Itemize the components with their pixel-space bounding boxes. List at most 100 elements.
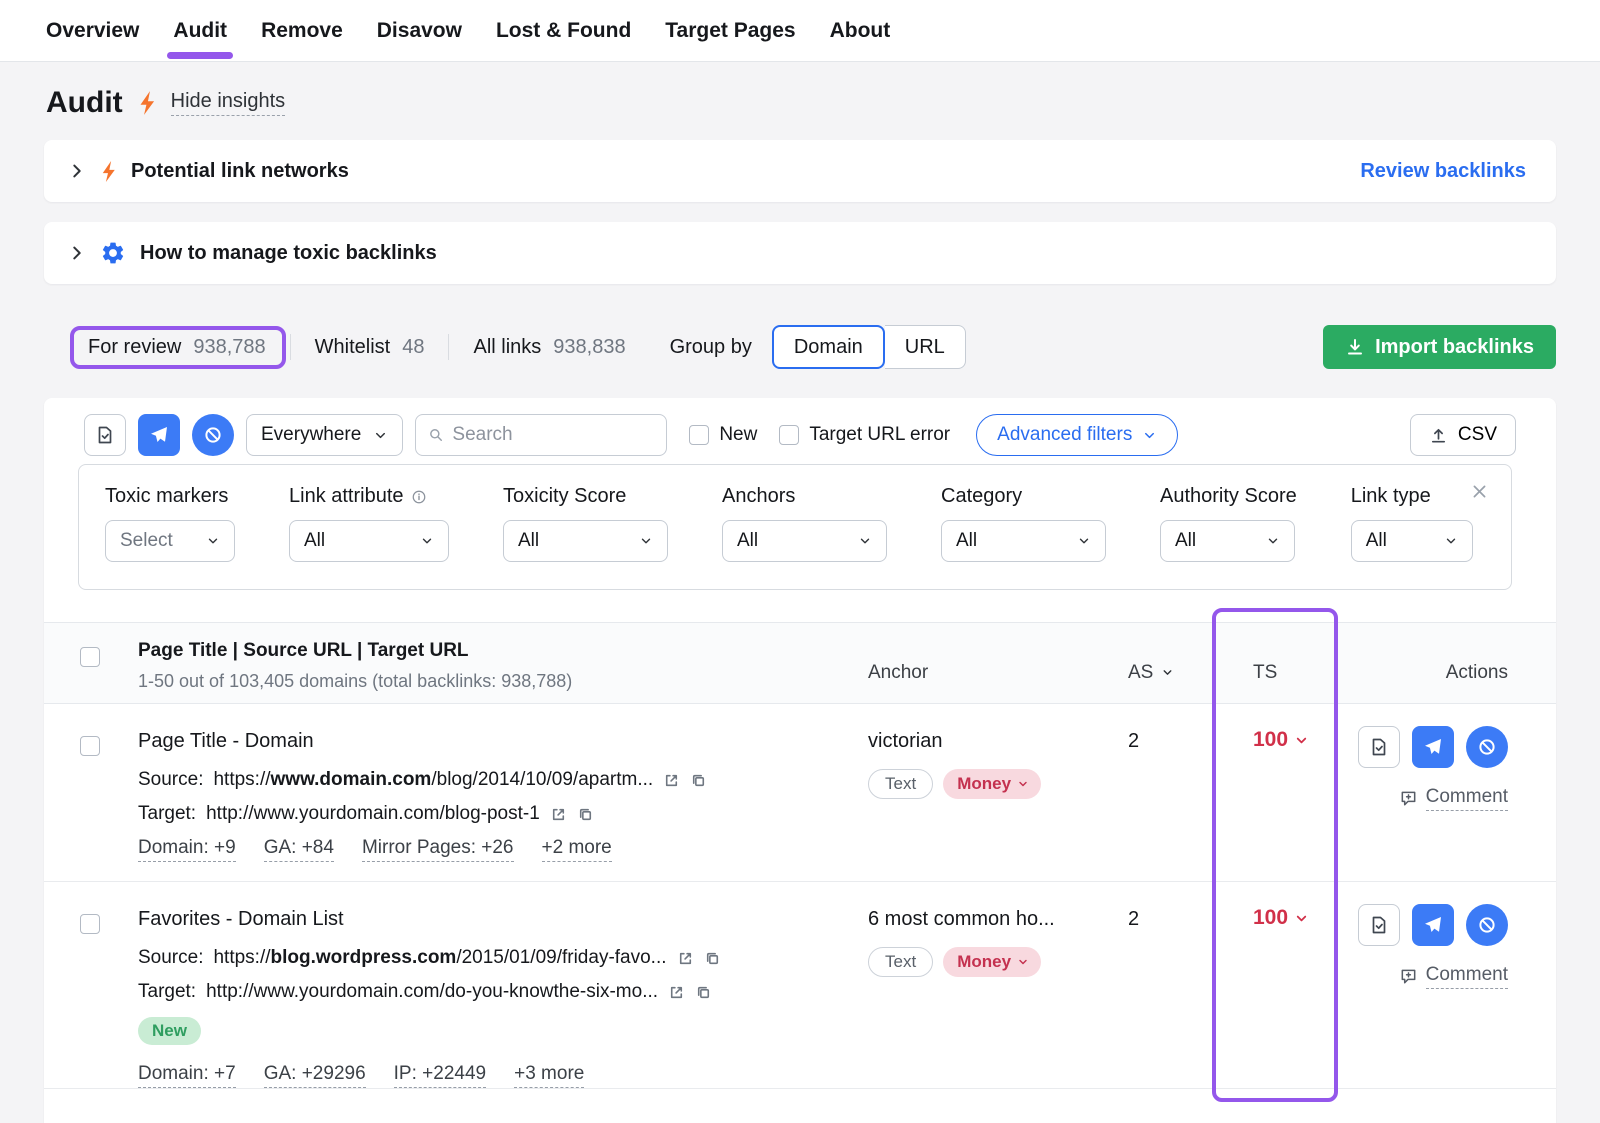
- page-header: Audit Hide insights: [46, 86, 285, 120]
- external-link-icon[interactable]: [668, 984, 685, 1001]
- metric-ga-link[interactable]: GA: +29296: [264, 1063, 366, 1088]
- anchor-type-badge: Text: [868, 769, 933, 799]
- metric-more-link[interactable]: +2 more: [542, 837, 612, 862]
- toxicity-score-value[interactable]: 100: [1253, 728, 1338, 752]
- hide-insights-link[interactable]: Hide insights: [171, 90, 286, 116]
- advanced-filters-panel: Toxic markers Select Link attribute All …: [78, 464, 1512, 590]
- group-by-domain-button[interactable]: Domain: [772, 325, 885, 369]
- panel-potential-link-networks[interactable]: Potential link networks Review backlinks: [44, 140, 1556, 202]
- target-url-error-checkbox[interactable]: Target URL error: [779, 424, 950, 446]
- new-filter-checkbox[interactable]: New: [689, 424, 757, 446]
- source-label: Source:: [138, 769, 203, 791]
- panel-manage-toxic-backlinks[interactable]: How to manage toxic backlinks: [44, 222, 1556, 284]
- everywhere-dropdown[interactable]: Everywhere: [246, 414, 403, 456]
- chevron-down-icon: [1294, 733, 1309, 748]
- copy-icon[interactable]: [695, 984, 712, 1001]
- anchor-category-badge[interactable]: Money: [943, 947, 1041, 977]
- link-attribute-select[interactable]: All: [289, 520, 449, 562]
- comment-link[interactable]: Comment: [1399, 964, 1508, 989]
- close-filters-button[interactable]: [1467, 479, 1491, 503]
- comment-link[interactable]: Comment: [1399, 786, 1508, 811]
- close-icon: [1471, 483, 1488, 500]
- tab-all-links[interactable]: All links 938,838: [463, 336, 635, 359]
- link-type-select[interactable]: All: [1351, 520, 1473, 562]
- upload-icon: [1429, 426, 1448, 445]
- checkbox[interactable]: [689, 425, 709, 445]
- toxicity-score-value[interactable]: 100: [1253, 906, 1338, 930]
- review-backlinks-link[interactable]: Review backlinks: [1360, 160, 1526, 183]
- insights-bolt-icon: [137, 90, 157, 116]
- row-checkbox[interactable]: [80, 914, 100, 934]
- nav-item-about[interactable]: About: [830, 0, 891, 61]
- authority-score-select[interactable]: All: [1160, 520, 1295, 562]
- metric-ga-link[interactable]: GA: +84: [264, 837, 334, 862]
- category-select[interactable]: All: [941, 520, 1106, 562]
- copy-icon[interactable]: [577, 806, 594, 823]
- metric-ip-link[interactable]: IP: +22449: [394, 1063, 486, 1088]
- external-link-icon[interactable]: [663, 772, 680, 789]
- external-link-icon[interactable]: [677, 950, 694, 967]
- remove-row-button[interactable]: [1412, 726, 1454, 768]
- chevron-right-icon[interactable]: [68, 162, 86, 180]
- chevron-right-icon[interactable]: [68, 244, 86, 262]
- authority-score-value: 2: [1108, 704, 1203, 881]
- group-by-label: Group by: [670, 336, 752, 359]
- table-row: Favorites - Domain List Source: https://…: [44, 882, 1556, 1089]
- search-input[interactable]: [452, 424, 654, 446]
- nav-item-target-pages[interactable]: Target Pages: [665, 0, 795, 61]
- block-icon: [1477, 915, 1497, 935]
- copy-icon[interactable]: [690, 772, 707, 789]
- anchor-text: 6 most common ho...: [868, 908, 1108, 931]
- external-link-icon[interactable]: [550, 806, 567, 823]
- move-to-remove-list-button[interactable]: [138, 414, 180, 456]
- disavow-row-button[interactable]: [1466, 726, 1508, 768]
- import-backlinks-button[interactable]: Import backlinks: [1323, 325, 1556, 369]
- row-checkbox[interactable]: [80, 736, 100, 756]
- move-to-disavow-button[interactable]: [192, 414, 234, 456]
- sort-caret-icon[interactable]: [1161, 666, 1174, 679]
- nav-item-disavow[interactable]: Disavow: [377, 0, 462, 61]
- toxic-markers-select[interactable]: Select: [105, 520, 235, 562]
- filter-link-type: Link type All: [1351, 485, 1473, 589]
- advanced-filters-dropdown[interactable]: Advanced filters: [976, 414, 1178, 456]
- whitelist-row-button[interactable]: [1358, 904, 1400, 946]
- comment-icon: [1399, 789, 1418, 808]
- metric-domain-link[interactable]: Domain: +9: [138, 837, 236, 862]
- toxicity-score-select[interactable]: All: [503, 520, 668, 562]
- chevron-down-icon: [206, 534, 220, 548]
- info-icon[interactable]: [411, 489, 427, 505]
- paper-plane-icon: [1423, 737, 1443, 757]
- disavow-row-button[interactable]: [1466, 904, 1508, 946]
- column-header-as[interactable]: AS: [1108, 623, 1203, 703]
- column-header-anchor: Anchor: [858, 623, 1108, 703]
- filter-toxic-markers: Toxic markers Select: [105, 485, 235, 589]
- checkbox[interactable]: [779, 425, 799, 445]
- search-box: [415, 414, 667, 456]
- table-row: Page Title - Domain Source: https://www.…: [44, 704, 1556, 882]
- anchor-text: victorian: [868, 730, 1108, 753]
- whitelist-row-button[interactable]: [1358, 726, 1400, 768]
- select-all-checkbox[interactable]: [80, 647, 100, 667]
- nav-item-overview[interactable]: Overview: [46, 0, 139, 61]
- metric-mirror-pages-link[interactable]: Mirror Pages: +26: [362, 837, 514, 862]
- nav-item-remove[interactable]: Remove: [261, 0, 343, 61]
- page-title: Audit: [46, 86, 123, 120]
- remove-row-button[interactable]: [1412, 904, 1454, 946]
- nav-item-lost-and-found[interactable]: Lost & Found: [496, 0, 631, 61]
- download-icon: [1345, 337, 1365, 357]
- anchor-category-badge[interactable]: Money: [943, 769, 1041, 799]
- tab-whitelist[interactable]: Whitelist 48: [305, 336, 435, 359]
- document-check-icon: [95, 425, 115, 445]
- chevron-down-icon: [1294, 911, 1309, 926]
- anchors-select[interactable]: All: [722, 520, 887, 562]
- group-by-url-button[interactable]: URL: [885, 325, 966, 369]
- export-csv-button[interactable]: CSV: [1410, 414, 1516, 456]
- nav-item-audit[interactable]: Audit: [173, 0, 227, 61]
- metric-more-link[interactable]: +3 more: [514, 1063, 584, 1088]
- chevron-down-icon: [1142, 428, 1157, 443]
- metric-domain-link[interactable]: Domain: +7: [138, 1063, 236, 1088]
- copy-icon[interactable]: [704, 950, 721, 967]
- source-label: Source:: [138, 947, 203, 969]
- move-to-whitelist-button[interactable]: [84, 414, 126, 456]
- tab-for-review[interactable]: For review 938,788: [78, 336, 276, 359]
